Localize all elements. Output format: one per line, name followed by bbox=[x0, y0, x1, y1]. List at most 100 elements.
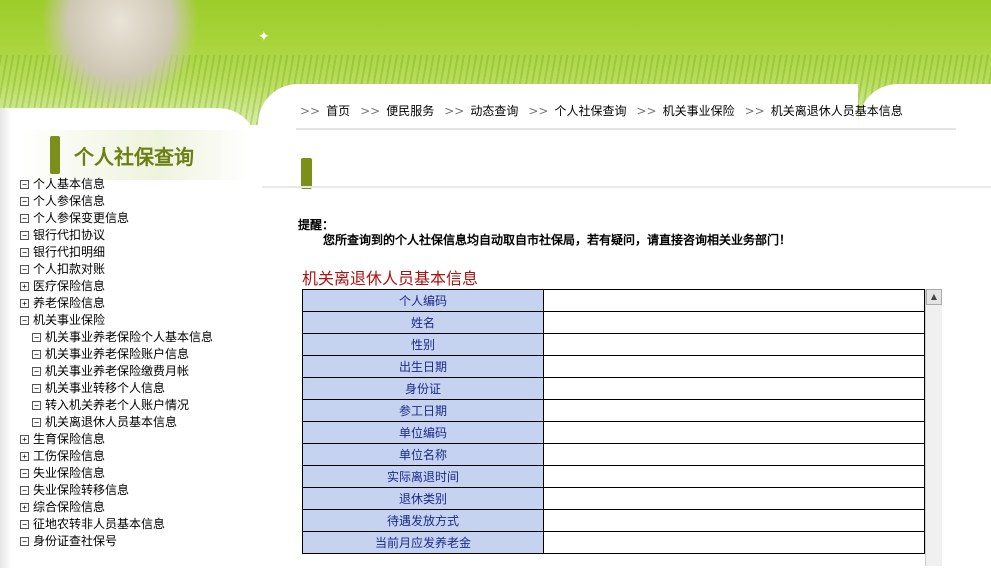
field-value bbox=[543, 333, 925, 356]
sidebar-item-label[interactable]: 工伤保险信息 bbox=[33, 448, 105, 465]
breadcrumb-separator: >> bbox=[744, 104, 765, 118]
sidebar-item[interactable]: − 机关事业养老保险个人基本信息 bbox=[20, 329, 213, 346]
collapse-icon[interactable]: − bbox=[20, 537, 29, 546]
sidebar-item-label[interactable]: 机关事业养老保险账户信息 bbox=[45, 346, 189, 363]
breadcrumb-item[interactable]: 个人社保查询 bbox=[554, 104, 626, 118]
breadcrumb-item[interactable]: 首页 bbox=[326, 104, 350, 118]
sidebar-item-label[interactable]: 机关事业转移个人信息 bbox=[45, 380, 165, 397]
sidebar-item-label[interactable]: 机关事业养老保险个人基本信息 bbox=[45, 329, 213, 346]
table-row: 性别 bbox=[302, 333, 925, 356]
collapse-icon[interactable]: − bbox=[20, 231, 29, 240]
sidebar-item-label[interactable]: 个人基本信息 bbox=[33, 176, 105, 193]
field-value bbox=[543, 531, 925, 554]
sidebar-item-label[interactable]: 机关事业养老保险缴费月帐 bbox=[45, 363, 189, 380]
field-value bbox=[543, 421, 925, 444]
field-label: 实际离退时间 bbox=[302, 465, 544, 488]
sparkle-icon: ✦ bbox=[258, 29, 270, 45]
sidebar-item-label[interactable]: 银行代扣协议 bbox=[33, 227, 105, 244]
sidebar-item-label[interactable]: 综合保险信息 bbox=[33, 499, 105, 516]
collapse-icon[interactable]: − bbox=[32, 350, 41, 359]
sidebar-item[interactable]: + 养老保险信息 bbox=[20, 295, 213, 312]
collapse-icon[interactable]: − bbox=[32, 401, 41, 410]
sidebar-item-label[interactable]: 机关离退休人员基本信息 bbox=[45, 414, 177, 431]
sidebar-item[interactable]: − 身份证查社保号 bbox=[20, 533, 213, 550]
sidebar-item-label[interactable]: 医疗保险信息 bbox=[33, 278, 105, 295]
collapse-icon[interactable]: − bbox=[20, 486, 29, 495]
breadcrumb-item[interactable]: 机关事业保险 bbox=[663, 104, 735, 118]
table-row: 单位名称 bbox=[302, 443, 925, 466]
breadcrumb-item[interactable]: 机关离退休人员基本信息 bbox=[771, 104, 903, 118]
field-label: 单位编码 bbox=[302, 421, 544, 444]
collapse-icon[interactable]: − bbox=[20, 214, 29, 223]
sidebar-item[interactable]: − 银行代扣明细 bbox=[20, 244, 213, 261]
sidebar-item-label[interactable]: 养老保险信息 bbox=[33, 295, 105, 312]
sidebar-item[interactable]: − 机关事业转移个人信息 bbox=[20, 380, 213, 397]
field-value bbox=[543, 311, 925, 334]
collapse-icon[interactable]: − bbox=[32, 367, 41, 376]
reminder-text: 您所查询到的个人社保信息均自动取自市社保局，若有疑问，请直接咨询相关业务部门！ bbox=[323, 233, 792, 247]
collapse-icon[interactable]: − bbox=[32, 333, 41, 342]
breadcrumb-item[interactable]: 动态查询 bbox=[470, 104, 518, 118]
sidebar-item[interactable]: + 生育保险信息 bbox=[20, 431, 213, 448]
sidebar-title: 个人社保查询 bbox=[50, 135, 194, 175]
field-value bbox=[543, 355, 925, 378]
sidebar-item[interactable]: − 失业保险信息 bbox=[20, 465, 213, 482]
collapse-icon[interactable]: − bbox=[20, 520, 29, 529]
sidebar-item[interactable]: − 失业保险转移信息 bbox=[20, 482, 213, 499]
sidebar-item[interactable]: − 个人扣款对账 bbox=[20, 261, 213, 278]
scrollbar[interactable]: ▲ bbox=[925, 289, 942, 566]
breadcrumb-item[interactable]: 便民服务 bbox=[386, 104, 434, 118]
field-label: 身份证 bbox=[302, 377, 544, 400]
sidebar-item-label[interactable]: 生育保险信息 bbox=[33, 431, 105, 448]
sidebar-item-label[interactable]: 征地农转非人员基本信息 bbox=[33, 516, 165, 533]
field-label: 姓名 bbox=[302, 311, 544, 334]
collapse-icon[interactable]: − bbox=[20, 265, 29, 274]
field-value bbox=[543, 399, 925, 422]
sidebar-item[interactable]: − 银行代扣协议 bbox=[20, 227, 213, 244]
expand-icon[interactable]: + bbox=[20, 282, 29, 291]
sidebar-item[interactable]: + 工伤保险信息 bbox=[20, 448, 213, 465]
sidebar-item[interactable]: − 转入机关养老个人账户情况 bbox=[20, 397, 213, 414]
sidebar-item[interactable]: − 机关事业养老保险账户信息 bbox=[20, 346, 213, 363]
sidebar-item[interactable]: + 综合保险信息 bbox=[20, 499, 213, 516]
table-row: 参工日期 bbox=[302, 399, 925, 422]
sidebar-item-label[interactable]: 转入机关养老个人账户情况 bbox=[45, 397, 189, 414]
sidebar-item-label[interactable]: 银行代扣明细 bbox=[33, 244, 105, 261]
sidebar-item[interactable]: − 机关离退休人员基本信息 bbox=[20, 414, 213, 431]
collapse-icon[interactable]: − bbox=[32, 418, 41, 427]
table-row: 姓名 bbox=[302, 311, 925, 334]
sidebar-item[interactable]: − 征地农转非人员基本信息 bbox=[20, 516, 213, 533]
sidebar-item-label[interactable]: 个人扣款对账 bbox=[33, 261, 105, 278]
sidebar-item[interactable]: − 个人基本信息 bbox=[20, 176, 213, 193]
collapse-icon[interactable]: − bbox=[32, 384, 41, 393]
collapse-icon[interactable]: − bbox=[20, 316, 29, 325]
sidebar-item-label[interactable]: 个人参保信息 bbox=[33, 193, 105, 210]
sidebar-menu: − 个人基本信息 − 个人参保信息 − 个人参保变更信息 − 银行代扣协议 − 银行代扣明细 − 个人… bbox=[20, 176, 213, 550]
breadcrumb-separator: >> bbox=[528, 104, 549, 118]
expand-icon[interactable]: + bbox=[20, 503, 29, 512]
expand-icon[interactable]: + bbox=[20, 299, 29, 308]
sidebar-item-label[interactable]: 机关事业保险 bbox=[33, 312, 105, 329]
sidebar-item[interactable]: − 机关事业保险 bbox=[20, 312, 213, 329]
sidebar-item-label[interactable]: 失业保险转移信息 bbox=[33, 482, 129, 499]
expand-icon[interactable]: + bbox=[20, 435, 29, 444]
sidebar-item[interactable]: − 个人参保信息 bbox=[20, 193, 213, 210]
sidebar-item[interactable]: + 医疗保险信息 bbox=[20, 278, 213, 295]
expand-icon[interactable]: + bbox=[20, 452, 29, 461]
collapse-icon[interactable]: − bbox=[20, 248, 29, 257]
field-value bbox=[543, 487, 925, 510]
breadcrumb-separator: >> bbox=[300, 104, 321, 118]
sidebar-item[interactable]: − 个人参保变更信息 bbox=[20, 210, 213, 227]
field-label: 待遇发放方式 bbox=[302, 509, 544, 532]
sidebar-item[interactable]: − 机关事业养老保险缴费月帐 bbox=[20, 363, 213, 380]
scroll-up-icon[interactable]: ▲ bbox=[926, 289, 942, 305]
breadcrumb-separator: >> bbox=[636, 104, 657, 118]
sidebar-item-label[interactable]: 失业保险信息 bbox=[33, 465, 105, 482]
collapse-icon[interactable]: − bbox=[20, 180, 29, 189]
sidebar-item-label[interactable]: 身份证查社保号 bbox=[33, 533, 117, 550]
field-label: 个人编码 bbox=[302, 289, 544, 312]
sidebar-item-label[interactable]: 个人参保变更信息 bbox=[33, 210, 129, 227]
section-divider bbox=[262, 186, 991, 188]
collapse-icon[interactable]: − bbox=[20, 469, 29, 478]
collapse-icon[interactable]: − bbox=[20, 197, 29, 206]
